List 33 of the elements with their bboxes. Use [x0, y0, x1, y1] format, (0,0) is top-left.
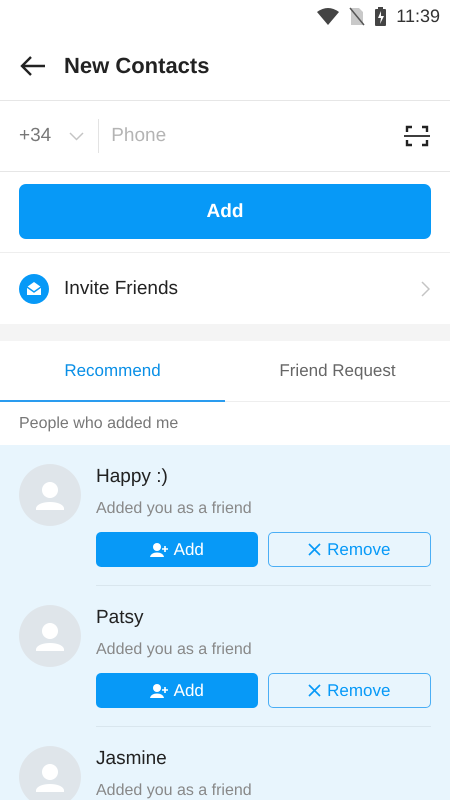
add-friend-button[interactable]: Add — [96, 673, 258, 708]
remove-button[interactable]: Remove — [268, 673, 431, 708]
contact-name: Patsy — [96, 606, 145, 630]
scan-icon[interactable] — [404, 124, 430, 148]
add-button[interactable]: Add — [19, 184, 431, 239]
battery-charging-icon — [375, 6, 386, 26]
section-label: People who added me — [18, 414, 180, 434]
invite-friends-row[interactable]: Invite Friends — [0, 253, 450, 324]
country-code[interactable]: +34 — [19, 125, 52, 147]
chevron-right-icon — [421, 280, 430, 296]
add-friend-button[interactable]: Add — [96, 532, 258, 567]
back-arrow-icon[interactable] — [20, 56, 46, 76]
person-plus-icon — [150, 682, 168, 698]
request-message: Added you as a friend — [96, 640, 253, 660]
close-icon — [308, 684, 322, 697]
mail-icon — [19, 274, 49, 304]
status-time: 11:39 — [396, 6, 440, 26]
tab[interactable]: Friend Request — [225, 341, 450, 402]
no-sim-icon — [349, 6, 366, 26]
request-message: Added you as a friend — [96, 781, 253, 800]
phone-field[interactable]: Phone — [111, 125, 404, 147]
person-plus-icon — [150, 542, 168, 558]
remove-button[interactable]: Remove — [268, 532, 431, 567]
contact-name: Happy :) — [96, 465, 169, 489]
tab[interactable]: Recommend — [0, 341, 225, 402]
avatar-icon — [19, 605, 81, 667]
wifi-icon — [317, 8, 340, 24]
avatar-icon — [19, 746, 81, 800]
contact-name: Jasmine — [96, 747, 168, 771]
request-message: Added you as a friend — [96, 499, 253, 519]
avatar-icon — [19, 464, 81, 526]
close-icon — [308, 543, 322, 556]
page-title: New Contacts — [64, 53, 210, 79]
